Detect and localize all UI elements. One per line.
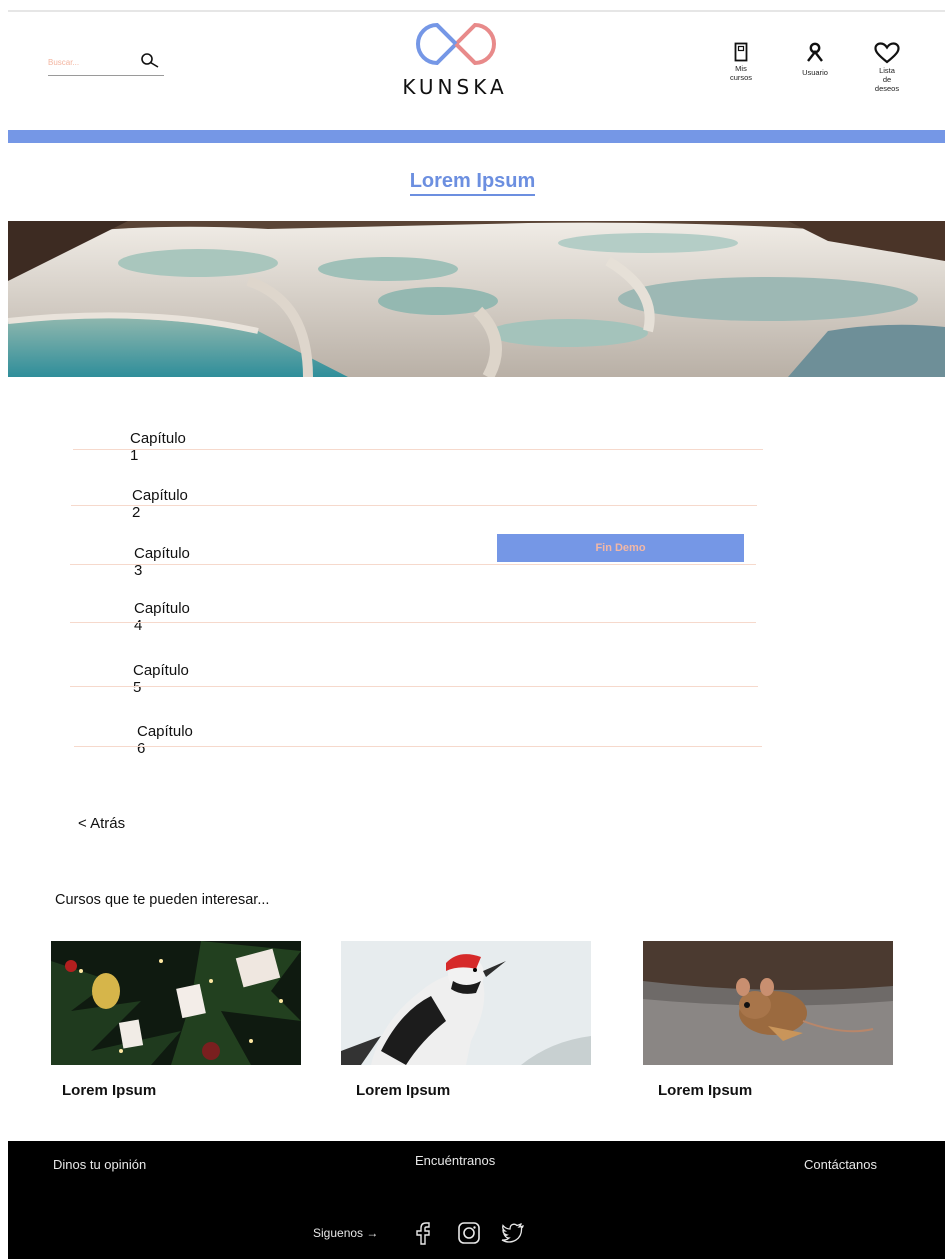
facebook-icon[interactable] <box>410 1220 436 1246</box>
course-image <box>643 941 893 1065</box>
hero-image <box>8 221 945 377</box>
nav-lista-deseos[interactable]: Lista de deseos <box>862 42 912 93</box>
user-icon <box>807 42 823 62</box>
logo-icon[interactable] <box>414 17 498 71</box>
nav-mis-cursos-label: Mis cursos <box>729 64 753 82</box>
follow-us-label: Siguenos → <box>313 1226 378 1240</box>
chapter-label: Capítulo 4 <box>134 600 190 634</box>
course-title: Lorem Ipsum <box>356 1082 451 1099</box>
chapter-label: Capítulo 6 <box>137 723 193 757</box>
chapter-divider <box>73 449 763 450</box>
twitter-icon[interactable] <box>500 1220 526 1246</box>
nav-usuario[interactable]: Usuario <box>790 42 840 77</box>
page-title-text: Lorem Ipsum <box>409 170 536 196</box>
recommendations-heading: Cursos que te pueden interesar... <box>55 892 270 908</box>
search-input[interactable] <box>48 54 134 70</box>
course-title: Lorem Ipsum <box>658 1082 753 1099</box>
course-image <box>341 941 591 1065</box>
chapter-divider <box>70 622 756 623</box>
chapter-divider <box>70 564 756 565</box>
footer-opinion-link[interactable]: Dinos tu opinión <box>53 1157 146 1172</box>
arrow-right-icon: → <box>366 1226 379 1240</box>
back-link[interactable]: < Atrás <box>78 815 125 832</box>
instagram-icon[interactable] <box>456 1220 482 1246</box>
course-image <box>51 941 301 1065</box>
top-divider <box>8 10 945 12</box>
page-title: Lorem Ipsum <box>0 170 945 196</box>
footer-find-us-link[interactable]: Encuéntranos <box>415 1153 495 1168</box>
nav-lista-deseos-label: Lista de deseos <box>874 66 900 93</box>
course-card[interactable]: Lorem Ipsum <box>643 941 893 1099</box>
fin-demo-button[interactable]: Fin Demo <box>497 534 744 562</box>
course-card[interactable]: Lorem Ipsum <box>51 941 301 1099</box>
chapter-label: Capítulo 3 <box>134 545 190 579</box>
brand-name[interactable]: KUNSKA <box>380 75 530 99</box>
chapter-label: Capítulo 2 <box>132 487 188 521</box>
course-card[interactable]: Lorem Ipsum <box>341 941 591 1099</box>
chapter-divider <box>70 686 758 687</box>
nav-mis-cursos[interactable]: Mis cursos <box>718 42 764 82</box>
notebook-icon <box>734 42 748 62</box>
header-band <box>8 130 945 143</box>
chapter-divider <box>74 746 762 747</box>
chapter-divider <box>71 505 757 506</box>
follow-us-text: Siguenos <box>313 1226 364 1240</box>
search-icon[interactable] <box>138 52 162 70</box>
chapter-label: Capítulo 5 <box>133 662 189 696</box>
footer-contact-link[interactable]: Contáctanos <box>804 1157 877 1172</box>
course-title: Lorem Ipsum <box>62 1082 157 1099</box>
nav-usuario-label: Usuario <box>802 68 828 77</box>
chapter-label: Capítulo 1 <box>130 430 186 464</box>
heart-icon <box>874 42 900 64</box>
